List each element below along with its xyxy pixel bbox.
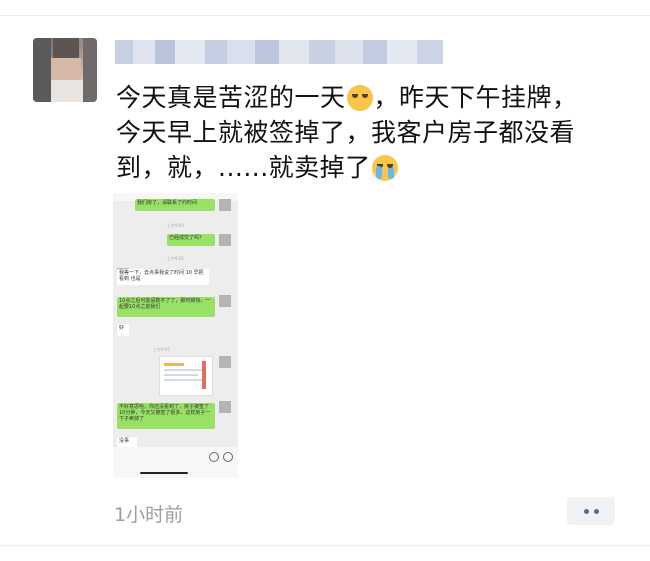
post-line2: 今天早上就被签掉了，我客户房子都没看	[116, 118, 576, 147]
more-actions-button[interactable]	[567, 497, 615, 525]
home-indicator	[140, 472, 188, 474]
chat-timestamp: 上午9:00	[167, 223, 184, 228]
chat-avatar-blurred	[219, 401, 231, 413]
chat-bubble: 已经成交了吗？	[167, 234, 215, 246]
post-line1: 今天真是苦涩的一天	[116, 83, 346, 112]
chat-timestamp: 上午9:01	[167, 256, 184, 261]
emoji-icon	[209, 452, 219, 462]
chat-bubble: 10点之后可能请数不了了，那时候快，一起要10点之前我们	[117, 297, 215, 317]
post-line1-rest: ，昨天下午挂牌，	[373, 83, 578, 112]
avatar-pixel	[53, 38, 79, 60]
chat-screenshot-image[interactable]: 我们房了，请联系了约时间 上午9:00 已经成交了吗？ 上午9:01 我等一下，…	[113, 193, 238, 478]
post-line3: 到，就，......就卖掉了	[116, 153, 371, 182]
grimace-emoji-icon	[346, 85, 373, 111]
chat-avatar-blurred	[219, 199, 231, 211]
top-divider	[0, 15, 650, 16]
bottom-divider	[0, 545, 650, 546]
chat-bubble: 我等一下，去点事我说了时间 10 早把看到 也是	[117, 269, 209, 285]
chat-timestamp: 上午9:07	[153, 347, 170, 352]
avatar-pixel	[33, 38, 51, 102]
blurred-nickname[interactable]	[115, 40, 443, 64]
post-text: 今天真是苦涩的一天 ，昨天下午挂牌， 今天早上就被签掉了，我客户房子都没看 到，就…	[116, 80, 616, 185]
dot-icon	[593, 508, 599, 514]
dot-icon	[583, 508, 589, 514]
crying-emoji-icon	[371, 155, 398, 181]
post-time: 1小时前	[114, 504, 184, 526]
avatar-pixel	[83, 38, 97, 102]
chat-bubble: 好	[117, 324, 129, 336]
chat-avatar-blurred	[219, 356, 231, 368]
chat-image-thumbnail	[159, 356, 213, 396]
avatar[interactable]	[33, 38, 97, 102]
chat-avatar-blurred	[219, 234, 231, 246]
screenshot-input-bar	[113, 447, 238, 478]
chat-avatar-blurred	[219, 295, 231, 307]
chat-bubble: 我们房了，请联系了约时间	[135, 199, 215, 211]
chat-bubble: 不好意思哈，你还没看到了，房子被签了10分钟，今天又被签了很多，这样房子一下子卖…	[117, 403, 215, 429]
avatar-pixel	[51, 58, 81, 80]
plus-icon	[223, 452, 233, 462]
